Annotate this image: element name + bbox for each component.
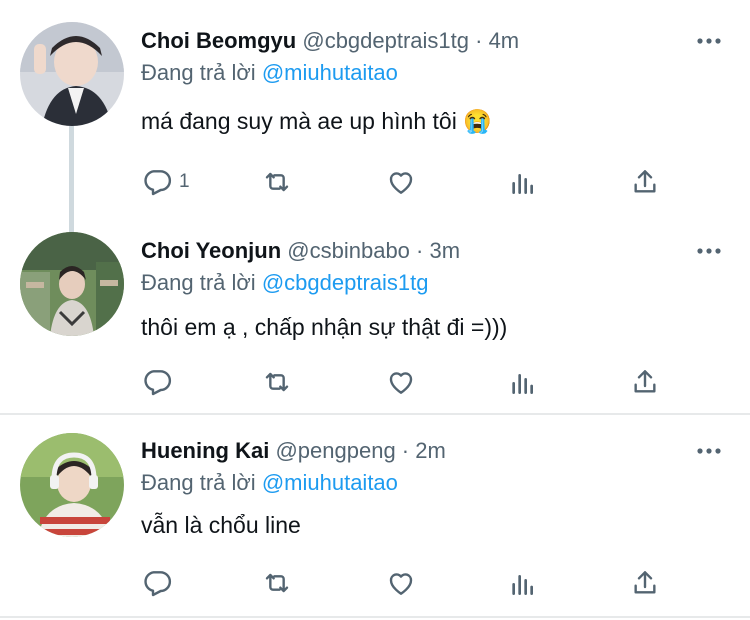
views-icon bbox=[512, 374, 533, 394]
retweet-button[interactable] bbox=[261, 162, 293, 202]
retweet-icon bbox=[265, 172, 289, 192]
views-button[interactable] bbox=[507, 563, 539, 603]
retweet-button[interactable] bbox=[261, 563, 293, 603]
handle-time[interactable]: @pengpeng · 2m bbox=[275, 438, 445, 463]
like-icon bbox=[389, 573, 413, 595]
reply-handle-link[interactable]: @cbgdeptrais1tg bbox=[262, 270, 429, 295]
action-bar bbox=[141, 362, 681, 402]
replying-to-label: Đang trả lời bbox=[141, 60, 256, 85]
display-name[interactable]: Choi Beomgyu bbox=[141, 28, 296, 53]
reply-icon bbox=[144, 571, 172, 597]
action-bar bbox=[141, 563, 681, 603]
views-icon bbox=[512, 174, 533, 194]
reply-handle-link[interactable]: @miuhutaitao bbox=[262, 60, 398, 85]
like-button[interactable] bbox=[385, 162, 417, 202]
reply-icon bbox=[144, 170, 172, 196]
views-button[interactable] bbox=[507, 162, 539, 202]
more-icon[interactable] bbox=[695, 27, 723, 55]
like-icon bbox=[389, 372, 413, 394]
share-icon bbox=[634, 170, 656, 193]
retweet-icon bbox=[265, 372, 289, 392]
handle-time[interactable]: @cbgdeptrais1tg · 4m bbox=[302, 28, 519, 53]
views-button[interactable] bbox=[507, 362, 539, 402]
tweet-yeonjun[interactable]: Choi Yeonjun @csbinbabo · 3m Đang trả lờ… bbox=[0, 210, 750, 412]
more-icon[interactable] bbox=[695, 237, 723, 265]
like-button[interactable] bbox=[385, 362, 417, 402]
share-icon bbox=[634, 370, 656, 393]
views-icon bbox=[512, 575, 533, 595]
like-icon bbox=[389, 172, 413, 194]
tweet-beomgyu[interactable]: Choi Beomgyu @cbgdeptrais1tg · 4m Đang t… bbox=[0, 0, 750, 236]
retweet-button[interactable] bbox=[261, 362, 293, 402]
avatar[interactable] bbox=[20, 232, 124, 336]
display-name[interactable]: Choi Yeonjun bbox=[141, 238, 281, 263]
avatar[interactable] bbox=[20, 433, 124, 537]
avatar[interactable] bbox=[20, 22, 124, 126]
share-button[interactable] bbox=[629, 162, 661, 202]
tweet-huening-kai[interactable]: Huening Kai @pengpeng · 2m Đang trả lời … bbox=[0, 413, 750, 617]
replying-to-label: Đang trả lời bbox=[141, 470, 256, 495]
like-button[interactable] bbox=[385, 563, 417, 603]
display-name[interactable]: Huening Kai bbox=[141, 438, 269, 463]
reply-icon bbox=[144, 370, 172, 396]
more-icon[interactable] bbox=[695, 437, 723, 465]
reply-button[interactable] bbox=[141, 563, 179, 603]
share-icon bbox=[634, 571, 656, 594]
tweet-text: thôi em ạ , chấp nhận sự thật đi =))) bbox=[141, 314, 508, 340]
reply-button[interactable] bbox=[141, 362, 179, 402]
retweet-icon bbox=[265, 573, 289, 593]
share-button[interactable] bbox=[629, 563, 661, 603]
share-button[interactable] bbox=[629, 362, 661, 402]
reply-button[interactable]: 1 bbox=[141, 162, 190, 202]
reply-count: 1 bbox=[179, 171, 190, 192]
tweet-text: vẫn là chổu line bbox=[141, 512, 301, 538]
handle-time[interactable]: @csbinbabo · 3m bbox=[287, 238, 460, 263]
tweet-divider bbox=[0, 616, 750, 618]
reply-handle-link[interactable]: @miuhutaitao bbox=[262, 470, 398, 495]
tweet-text: má đang suy mà ae up hình tôi 😭 bbox=[141, 108, 492, 134]
action-bar: 1 bbox=[141, 162, 681, 202]
replying-to-label: Đang trả lời bbox=[141, 270, 256, 295]
